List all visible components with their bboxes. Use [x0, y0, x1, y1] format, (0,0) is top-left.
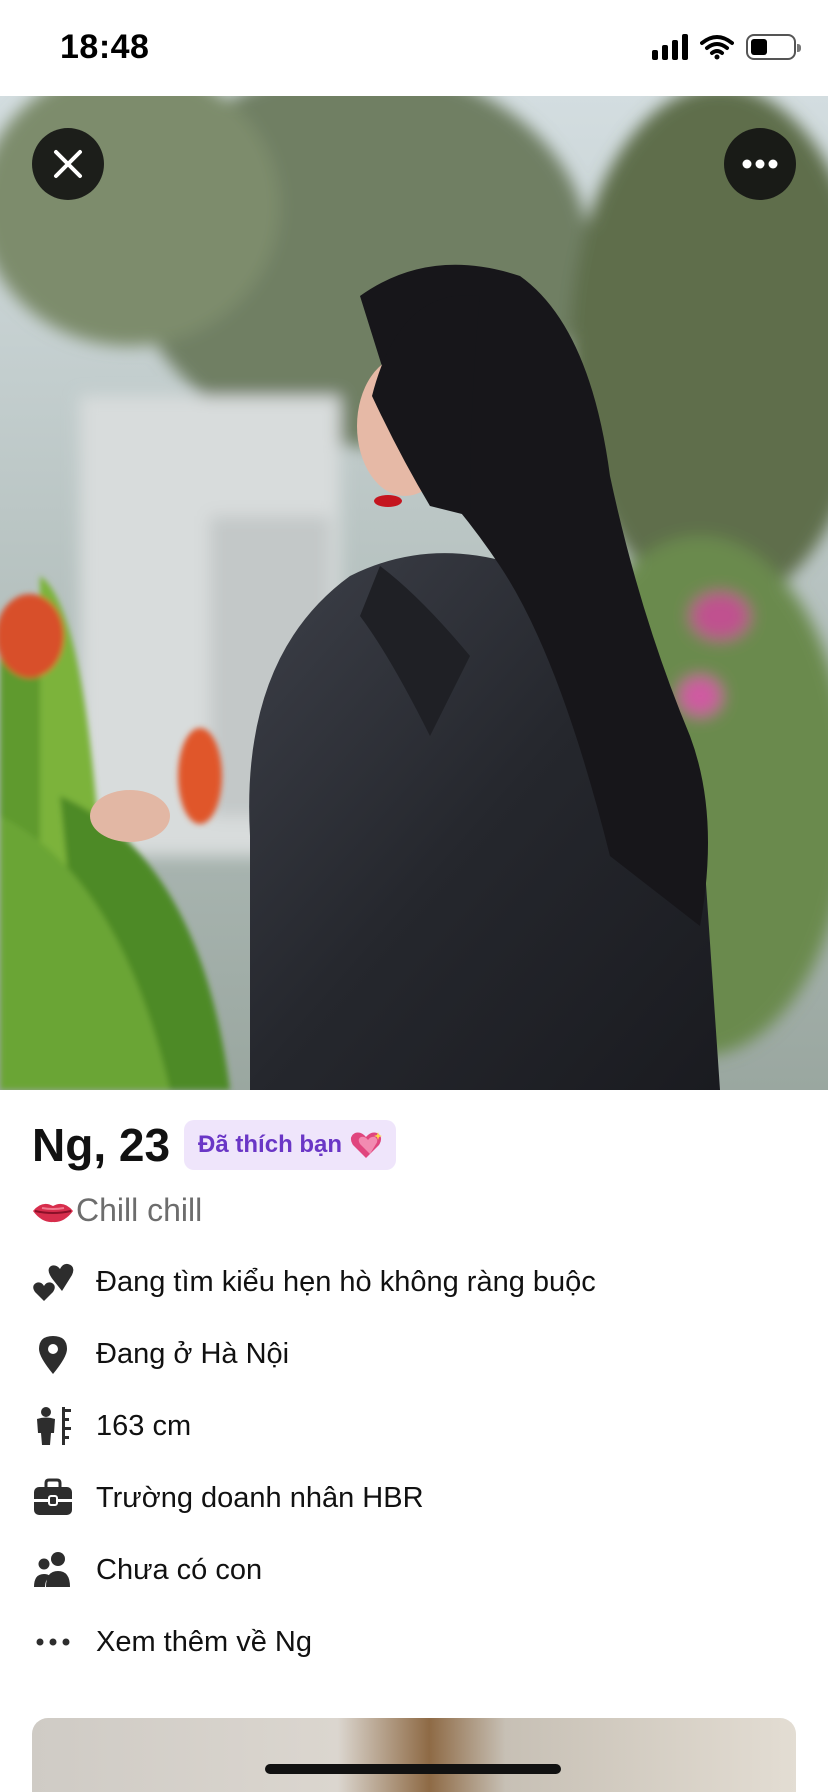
profile-bio: Chill chill: [32, 1192, 202, 1229]
detail-location-text: Đang ở Hà Nội: [96, 1337, 290, 1370]
status-bar: 18:48: [0, 0, 828, 96]
hearts-icon: [32, 1261, 74, 1303]
wifi-icon: [700, 35, 734, 60]
close-icon: [54, 150, 82, 178]
detail-height-text: 163 cm: [96, 1409, 192, 1442]
briefcase-icon: [32, 1477, 74, 1519]
detail-relationship-text: Đang tìm kiểu hẹn hò không ràng buộc: [96, 1265, 596, 1298]
ellipsis-icon: [32, 1621, 74, 1663]
more-options-button[interactable]: [724, 128, 796, 200]
detail-children: Chưa có con: [32, 1544, 262, 1596]
close-button[interactable]: [32, 128, 104, 200]
see-more-text: Xem thêm về Ng: [96, 1625, 312, 1658]
detail-relationship: Đang tìm kiểu hẹn hò không ràng buộc: [32, 1256, 596, 1308]
detail-height: 163 cm: [32, 1400, 191, 1452]
sparkling-heart-icon: [350, 1132, 383, 1158]
lips-icon: [33, 1203, 73, 1222]
next-photo-card[interactable]: [32, 1718, 796, 1792]
detail-education-text: Trường doanh nhân HBR: [96, 1481, 424, 1514]
cellular-signal-icon: [652, 34, 688, 60]
status-time: 18:48: [60, 28, 150, 66]
liked-you-badge: Đã thích bạn: [184, 1120, 397, 1170]
detail-education: Trường doanh nhân HBR: [32, 1472, 424, 1524]
detail-children-text: Chưa có con: [96, 1553, 263, 1586]
more-horizontal-icon: [742, 159, 778, 169]
location-pin-icon: [32, 1333, 74, 1375]
bio-text: Chill chill: [76, 1192, 203, 1228]
liked-badge-label: Đã thích bạn: [198, 1131, 343, 1158]
status-icons: [652, 34, 801, 60]
home-indicator[interactable]: [265, 1764, 561, 1774]
profile-name-age: Ng, 23: [32, 1119, 171, 1171]
profile-photo[interactable]: [0, 96, 828, 1090]
battery-icon: [746, 34, 801, 60]
height-icon: [32, 1405, 74, 1447]
see-more-link[interactable]: Xem thêm về Ng: [32, 1616, 312, 1668]
detail-location: Đang ở Hà Nội: [32, 1328, 289, 1380]
name-row: Ng, 23 Đã thích bạn: [32, 1118, 397, 1172]
people-icon: [32, 1549, 74, 1591]
